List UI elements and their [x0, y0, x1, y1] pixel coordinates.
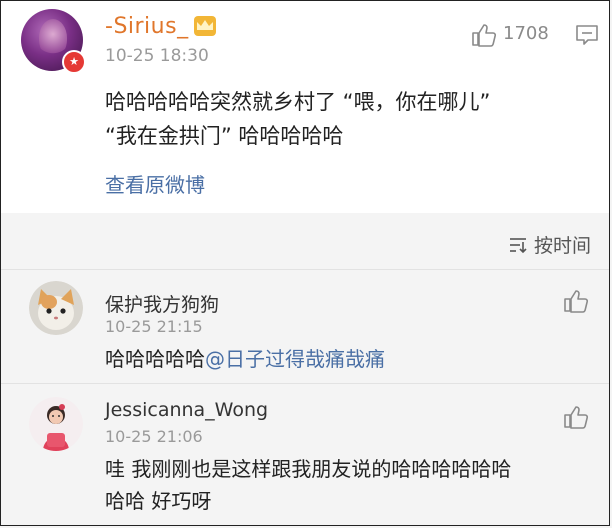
sort-label: 按时间 [533, 235, 591, 257]
divider [1, 383, 609, 384]
avatar-face [39, 19, 67, 57]
comment-text: 哈哈哈哈哈突然就乡村了 “喂，你在哪儿” “我在金拱门” 哈哈哈哈哈 [105, 85, 595, 153]
reply-item: Jessicanna_Wong 10-25 21:06 哇 我刚刚也是这样跟我朋… [1, 385, 609, 525]
reply-text: 哇 我刚刚也是这样跟我朋友说的哈哈哈哈哈哈 哈哈 好巧呀 [105, 453, 585, 517]
comment-icon[interactable] [575, 24, 599, 46]
reply-username[interactable]: Jessicanna_Wong [105, 399, 268, 421]
mention-link[interactable]: @日子过得哉痛哉痛 [205, 347, 385, 371]
divider [1, 269, 609, 270]
comment-page: ★ -Sirius_ 10-25 18:30 1708 哈哈哈哈哈突然就乡村了 … [0, 0, 610, 526]
sort-by-time-button[interactable]: 按时间 [508, 231, 591, 258]
avatar[interactable] [29, 281, 83, 335]
original-comment: ★ -Sirius_ 10-25 18:30 1708 哈哈哈哈哈突然就乡村了 … [1, 1, 609, 213]
reply-timestamp: 10-25 21:15 [105, 317, 203, 336]
timestamp: 10-25 18:30 [105, 46, 209, 66]
reply-item: 保护我方狗狗 10-25 21:15 哈哈哈哈哈@日子过得哉痛哉痛 [1, 271, 609, 381]
comment-text-line-1: 哈哈哈哈哈突然就乡村了 “喂，你在哪儿” [105, 90, 491, 114]
like-count: 1708 [503, 23, 549, 44]
reply-text-line-1: 哇 我刚刚也是这样跟我朋友说的哈哈哈哈哈哈 [105, 457, 512, 481]
thumbs-up-icon[interactable] [563, 289, 589, 313]
reply-timestamp: 10-25 21:06 [105, 427, 203, 446]
thumbs-up-icon[interactable] [563, 405, 589, 429]
username[interactable]: -Sirius_ [105, 14, 189, 39]
thumbs-up-icon[interactable] [471, 23, 497, 47]
reply-username[interactable]: 保护我方狗狗 [105, 290, 219, 317]
view-original-link[interactable]: 查看原微博 [105, 169, 205, 198]
vip-badge-icon: ★ [62, 50, 86, 74]
reply-text-line-2: 哈哈 好巧呀 [105, 489, 212, 513]
reply-text-body: 哈哈哈哈哈 [105, 347, 205, 371]
reply-text: 哈哈哈哈哈@日子过得哉痛哉痛 [105, 343, 585, 375]
avatar[interactable] [29, 397, 83, 451]
sort-icon [509, 237, 527, 253]
comment-text-line-2: “我在金拱门” 哈哈哈哈哈 [105, 124, 344, 148]
crown-icon [194, 16, 216, 36]
